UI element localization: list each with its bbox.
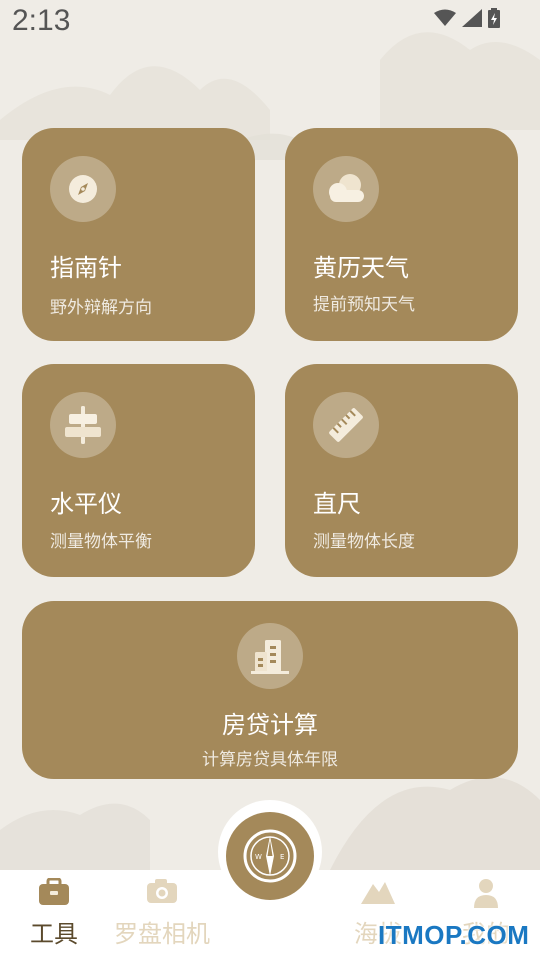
compass-icon-circle: [50, 156, 116, 222]
cloud-icon-circle: [313, 156, 379, 222]
compass-icon: W E: [243, 829, 297, 883]
mortgage-calculator-card[interactable]: 房贷计算 计算房贷具体年限: [22, 601, 518, 779]
almanac-weather-card[interactable]: 黄历天气 提前预知天气: [285, 128, 518, 341]
level-icon: [65, 406, 101, 444]
card-subtitle: 计算房贷具体年限: [202, 750, 338, 770]
card-subtitle: 测量物体平衡: [50, 532, 152, 552]
center-button-frame: W E: [218, 800, 322, 904]
status-icons: [434, 8, 500, 28]
svg-text:W: W: [255, 853, 262, 861]
svg-text:E: E: [280, 853, 284, 861]
briefcase-icon: [39, 878, 69, 905]
card-subtitle: 野外辩解方向: [50, 298, 152, 318]
card-title: 直尺: [313, 490, 361, 518]
card-title: 水平仪: [50, 490, 122, 518]
card-title: 指南针: [50, 254, 122, 282]
signal-icon: [462, 9, 482, 27]
cloud-icon: [329, 174, 364, 202]
battery-icon: [488, 8, 500, 28]
card-title: 黄历天气: [313, 254, 409, 282]
status-time: 2:13: [12, 4, 71, 37]
compass-icon: [69, 175, 97, 203]
tab-tools[interactable]: 工具: [0, 870, 108, 960]
tab-compass-camera[interactable]: 罗盘相机: [108, 870, 216, 960]
ruler-icon: [329, 408, 363, 442]
status-bar: 2:13: [0, 0, 540, 46]
card-title: 房贷计算: [222, 711, 318, 739]
ruler-card[interactable]: 直尺 测量物体长度: [285, 364, 518, 577]
level-card[interactable]: 水平仪 测量物体平衡: [22, 364, 255, 577]
tab-label: 工具: [30, 920, 78, 948]
mountain-icon: [361, 882, 395, 904]
card-subtitle: 测量物体长度: [313, 532, 415, 552]
person-icon: [474, 879, 498, 908]
watermark: ITMOP.COM: [378, 920, 530, 950]
compass-card[interactable]: 指南针 野外辩解方向: [22, 128, 255, 341]
wifi-icon: [434, 9, 456, 26]
card-subtitle: 提前预知天气: [313, 295, 415, 315]
level-icon-circle: [50, 392, 116, 458]
tab-label: 罗盘相机: [114, 920, 210, 948]
ruler-icon-circle: [313, 392, 379, 458]
building-icon-circle: [237, 623, 303, 689]
center-compass-button[interactable]: W E: [226, 812, 314, 900]
camera-icon: [147, 879, 177, 903]
building-icon: [251, 640, 289, 674]
